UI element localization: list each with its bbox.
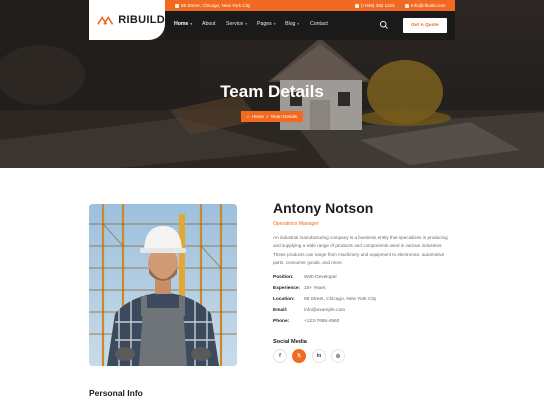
chevron-down-icon: ▾ [190, 22, 193, 26]
nav-item-label: Home [174, 21, 189, 27]
facebook-icon[interactable]: f [273, 349, 287, 363]
nav-item-contact[interactable]: Contact [310, 21, 328, 27]
nav-item-service[interactable]: Service ▾ [226, 21, 247, 27]
mail-icon [405, 3, 409, 8]
search-icon[interactable] [379, 20, 389, 30]
page-title: Team Details [220, 82, 324, 101]
nav-item-label: Pages [257, 21, 272, 27]
nav-item-label: About [202, 21, 216, 27]
breadcrumb-home-icon: ⌂ [246, 114, 250, 119]
detail-value[interactable]: info@example.com [304, 308, 345, 313]
detail-value: Web Developer [304, 275, 337, 280]
breadcrumb-separator: » [265, 114, 269, 119]
member-name: Antony Notson [273, 200, 374, 216]
chevron-down-icon: ▾ [297, 22, 300, 26]
social-media-heading: Social Media [273, 339, 307, 345]
nav-item-label: Contact [310, 21, 328, 27]
detail-value: 15+ Years [304, 286, 326, 291]
breadcrumb-current: Team Details [270, 114, 298, 119]
nav-item-home[interactable]: Home ▾ [174, 21, 192, 27]
get-a-quote-button[interactable]: Get A Quote [403, 18, 447, 33]
address-info: 59 Street, Chicago, New York City [175, 3, 250, 8]
email-text[interactable]: Info@ribuild.com [411, 3, 446, 8]
member-bio: An industrial manufacturing company is a… [273, 235, 448, 265]
nav-item-about[interactable]: About [202, 21, 216, 27]
linkedin-icon[interactable]: in [312, 349, 326, 363]
worker-portrait-image [89, 204, 237, 366]
x-icon[interactable]: 𝕏 [292, 349, 306, 363]
nav-item-label: Blog [285, 21, 296, 27]
team-member-photo [89, 204, 237, 366]
chevron-down-icon: ▾ [273, 22, 276, 26]
detail-label: Experience: [273, 286, 301, 291]
detail-label: Phone: [273, 319, 290, 324]
member-role: Operations Manager [273, 221, 319, 227]
chevron-down-icon: ▾ [245, 22, 248, 26]
phone-text[interactable]: (+045) 392 1123 [361, 3, 395, 8]
detail-label: Location: [273, 297, 295, 302]
personal-info-heading: Personal Info [89, 388, 143, 398]
phone-info[interactable]: (+045) 392 1123 [355, 3, 395, 8]
nav-item-blog[interactable]: Blog ▾ [285, 21, 299, 27]
breadcrumb-home-link[interactable]: Home [252, 114, 264, 119]
main-navigation: Home ▾ About Service ▾ Pages ▾ Blog ▾ Co… [165, 11, 455, 40]
phone-icon [355, 3, 359, 8]
detail-value[interactable]: +123-7655-4560 [304, 319, 339, 324]
location-pin-icon [175, 3, 179, 8]
detail-value: 59 Street, Chicago, New York City [304, 297, 377, 302]
detail-label: Position: [273, 275, 294, 280]
top-info-bar: 59 Street, Chicago, New York City (+045)… [165, 0, 455, 11]
detail-label: Email: [273, 308, 288, 313]
logo-mark-icon [97, 15, 114, 25]
nav-item-label: Service [226, 21, 244, 27]
site-logo[interactable]: RIBUILD [89, 0, 165, 40]
logo-text: RIBUILD [118, 14, 165, 26]
instagram-icon[interactable]: ◎ [331, 349, 345, 363]
nav-item-pages[interactable]: Pages ▾ [257, 21, 276, 27]
email-info[interactable]: Info@ribuild.com [405, 3, 446, 8]
breadcrumb: ⌂ Home » Team Details [241, 111, 303, 122]
address-text: 59 Street, Chicago, New York City [181, 3, 251, 8]
